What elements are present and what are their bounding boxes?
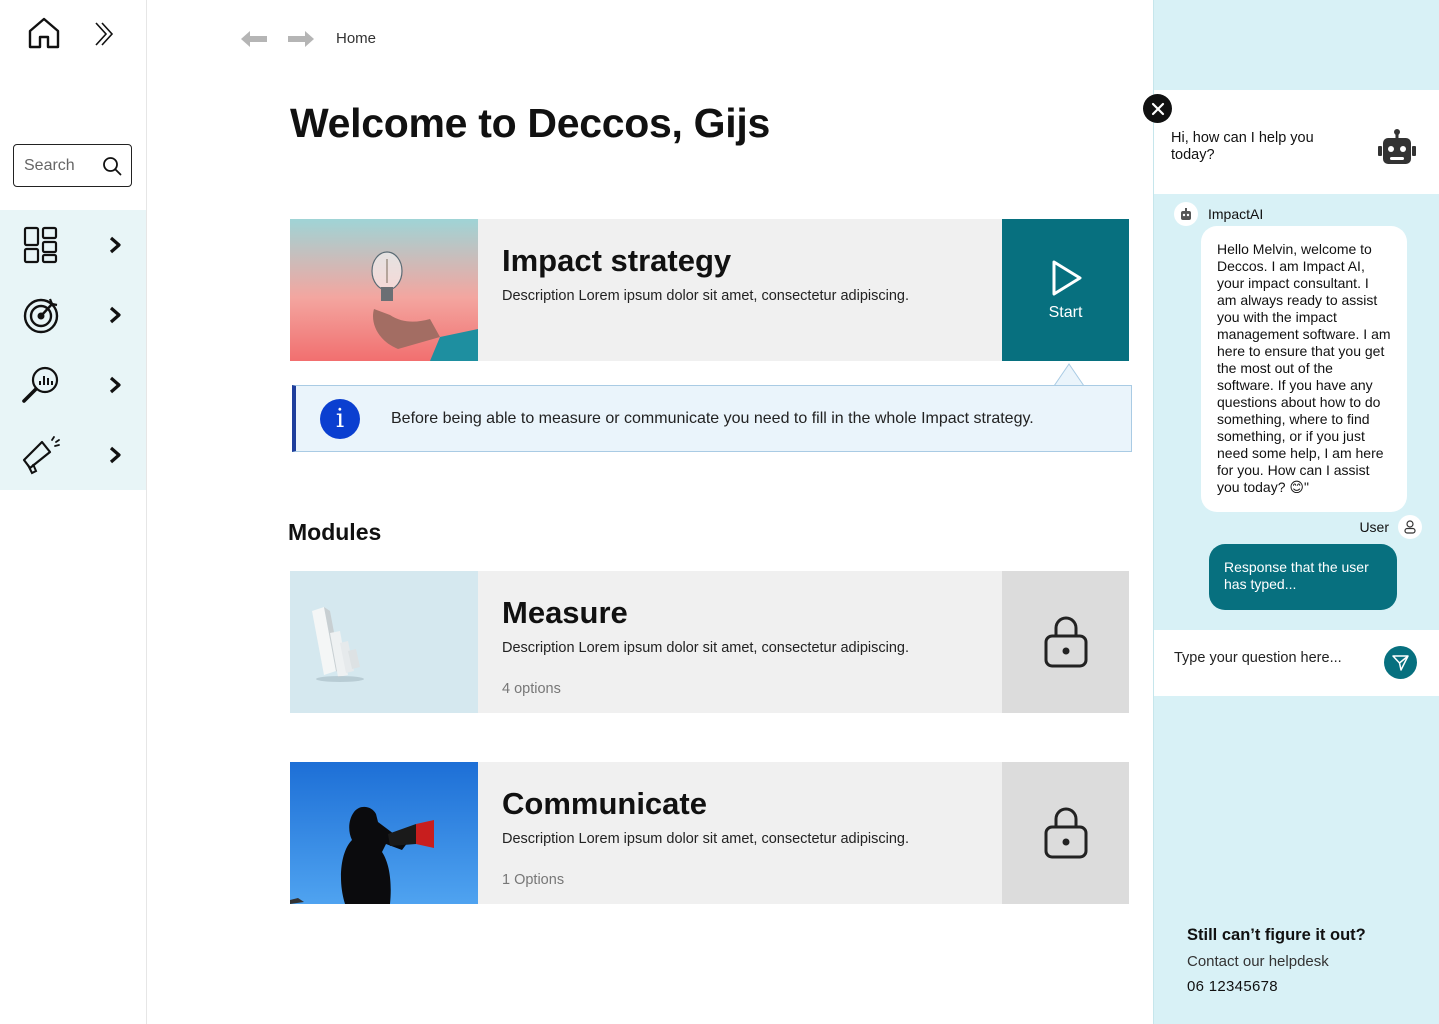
chat-header: Hi, how can I help you today? bbox=[1154, 90, 1439, 194]
user-icon bbox=[1404, 520, 1416, 534]
user-name-label: User bbox=[1359, 519, 1389, 535]
back-arrow-icon[interactable] bbox=[240, 30, 268, 48]
user-sender: User bbox=[1359, 515, 1422, 539]
callout-pointer bbox=[1054, 363, 1084, 387]
search-input[interactable] bbox=[24, 156, 94, 175]
help-subtitle: Contact our helpdesk bbox=[1187, 953, 1329, 970]
search-icon[interactable] bbox=[102, 156, 122, 176]
start-button-label: Start bbox=[1048, 304, 1083, 321]
measure-title: Measure bbox=[502, 595, 628, 630]
lock-icon bbox=[1044, 807, 1087, 859]
measure-lock-button[interactable] bbox=[1002, 571, 1129, 713]
bar-chart-image bbox=[290, 571, 478, 713]
page-title: Welcome to Deccos, Gijs bbox=[290, 100, 770, 146]
help-title: Still can’t figure it out? bbox=[1187, 926, 1366, 944]
sidebar-item-dashboard[interactable] bbox=[0, 210, 146, 280]
communicate-options-count: 1 Options bbox=[502, 872, 565, 888]
megaphone-icon bbox=[22, 436, 60, 475]
megaphone-person-image bbox=[290, 762, 478, 904]
chevron-right-icon[interactable] bbox=[107, 445, 123, 465]
robot-icon bbox=[1181, 207, 1191, 220]
lightbulb-image bbox=[290, 219, 478, 361]
strategy-title: Impact strategy bbox=[502, 243, 732, 278]
close-icon bbox=[1151, 102, 1164, 115]
info-text: Before being able to measure or communic… bbox=[391, 410, 1034, 427]
info-icon: i bbox=[320, 399, 360, 439]
analytics-search-icon bbox=[22, 366, 59, 403]
communicate-module-card[interactable]: Communicate Description Lorem ipsum dolo… bbox=[290, 762, 1129, 904]
modules-heading: Modules bbox=[288, 519, 382, 545]
bot-name-label: ImpactAI bbox=[1208, 206, 1264, 222]
close-chat-button[interactable] bbox=[1143, 94, 1172, 123]
sidebar bbox=[0, 0, 147, 1024]
target-icon bbox=[23, 298, 59, 334]
bot-sender: ImpactAI bbox=[1174, 202, 1263, 226]
info-callout: i Before being able to measure or commun… bbox=[292, 385, 1132, 452]
sidebar-item-measure[interactable] bbox=[0, 350, 146, 420]
user-message: Response that the user has typed... bbox=[1209, 544, 1397, 610]
measure-options-count: 4 options bbox=[502, 681, 561, 697]
search-box[interactable] bbox=[13, 144, 132, 187]
dashboard-grid-icon bbox=[23, 226, 58, 264]
sidebar-item-communicate[interactable] bbox=[0, 420, 146, 490]
send-icon bbox=[1392, 655, 1409, 671]
chat-greeting: Hi, how can I help you today? bbox=[1171, 130, 1314, 163]
chat-input[interactable] bbox=[1174, 650, 1364, 666]
communicate-lock-button[interactable] bbox=[1002, 762, 1129, 904]
user-avatar bbox=[1398, 515, 1422, 539]
forward-arrow-icon[interactable] bbox=[287, 30, 315, 48]
bot-message: Hello Melvin, welcome to Deccos. I am Im… bbox=[1201, 226, 1407, 512]
chat-input-bar bbox=[1154, 630, 1439, 696]
measure-module-card[interactable]: Measure Description Lorem ipsum dolor si… bbox=[290, 571, 1129, 713]
send-button[interactable] bbox=[1384, 646, 1417, 679]
play-icon bbox=[1052, 260, 1081, 296]
chevron-right-icon[interactable] bbox=[107, 375, 123, 395]
sidebar-item-strategy[interactable] bbox=[0, 280, 146, 350]
bot-avatar bbox=[1174, 202, 1198, 226]
robot-icon bbox=[1378, 129, 1416, 164]
chevron-right-icon[interactable] bbox=[107, 305, 123, 325]
help-phone[interactable]: 06 12345678 bbox=[1187, 978, 1278, 995]
lock-icon bbox=[1044, 616, 1087, 668]
home-icon[interactable] bbox=[26, 15, 62, 51]
chat-panel: Hi, how can I help you today? ImpactAI H… bbox=[1153, 0, 1439, 1024]
sidebar-nav bbox=[0, 210, 146, 490]
start-button[interactable]: Start bbox=[1002, 219, 1129, 361]
chevron-right-icon[interactable] bbox=[107, 235, 123, 255]
communicate-description: Description Lorem ipsum dolor sit amet, … bbox=[502, 831, 909, 847]
breadcrumb[interactable]: Home bbox=[336, 30, 376, 47]
measure-description: Description Lorem ipsum dolor sit amet, … bbox=[502, 640, 909, 656]
communicate-title: Communicate bbox=[502, 786, 707, 821]
expand-sidebar-icon[interactable] bbox=[92, 20, 116, 48]
impact-strategy-card[interactable]: Impact strategy Description Lorem ipsum … bbox=[290, 219, 1129, 361]
strategy-description: Description Lorem ipsum dolor sit amet, … bbox=[502, 288, 909, 304]
